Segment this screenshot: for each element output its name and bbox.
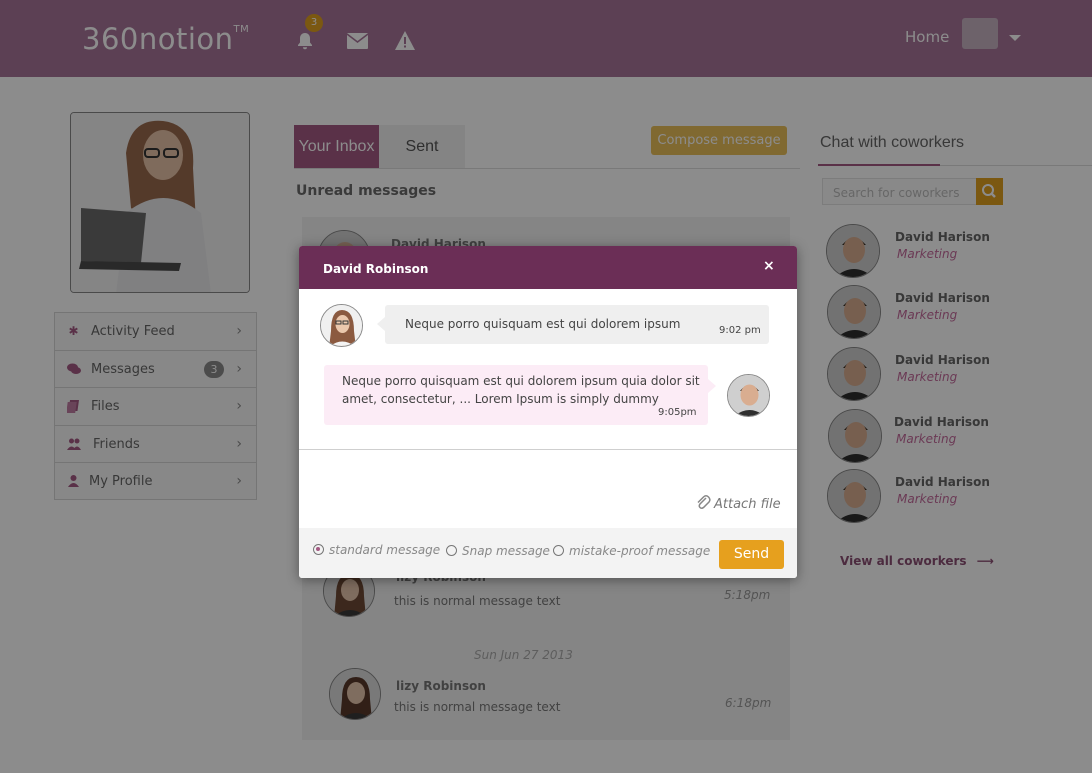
radio-mistake-proof-message[interactable]: mistake-proof message [553,544,710,558]
chat-message-text: Neque porro quisquam est qui dolorem ips… [342,374,700,388]
chat-modal: David Robinson × Neque porro quisquam es… [299,246,797,578]
avatar [320,304,363,347]
chat-message-text: amet, consectetur, ... Lorem Ipsum is si… [342,392,659,406]
reply-textarea[interactable] [299,450,797,528]
radio-icon [553,545,564,556]
chat-bubble-sent: Neque porro quisquam est qui dolorem ips… [324,365,716,425]
radio-selected-icon [313,544,324,555]
chat-message-text: Neque porro quisquam est qui dolorem ips… [405,317,681,331]
radio-icon [446,545,457,556]
modal-title: David Robinson [323,262,429,276]
paperclip-icon [696,494,711,515]
send-button[interactable]: Send [719,540,784,569]
radio-label: standard message [329,543,441,557]
radio-label: Snap message [462,544,550,558]
chat-message-time: 9:02 pm [719,325,761,336]
modal-header: David Robinson × [299,246,797,289]
close-icon[interactable]: × [763,258,775,274]
attach-file-label: Attach file [714,497,781,512]
chat-bubble-received: Neque porro quisquam est qui dolorem ips… [377,305,769,344]
radio-label: mistake-proof message [569,544,711,558]
radio-standard-message[interactable]: standard message [313,543,440,557]
avatar [727,374,770,417]
chat-message-time: 9:05pm [658,407,697,418]
modal-footer: standard message Snap message mistake-pr… [299,528,797,578]
radio-snap-message[interactable]: Snap message [446,544,550,558]
